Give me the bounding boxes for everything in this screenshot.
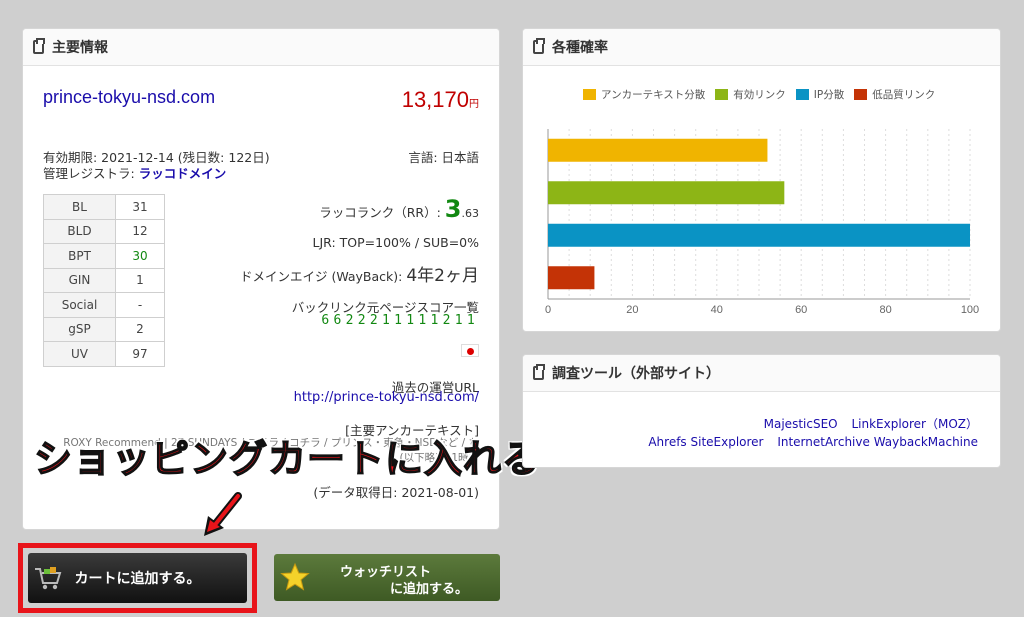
- ljr: LJR: TOP=100% / SUB=0%: [312, 235, 479, 250]
- metric-key: gSP: [43, 316, 116, 342]
- japan-flag-icon: [461, 344, 479, 357]
- past-url-link[interactable]: http://prince-tokyu-nsd.com/: [294, 390, 479, 405]
- age-value: 4年2ヶ月: [406, 266, 479, 286]
- metric-value: 30: [115, 243, 165, 269]
- table-row: BLD 12: [43, 218, 165, 244]
- probabilities-panel: 各種確率 アンカーテキスト分散 有効リンク IP分散 低品質リンク 0 20 40 60 80…: [522, 28, 1001, 332]
- tools-links-row: Ahrefs SiteExplorer InternetArchive Wayb…: [638, 433, 978, 451]
- metric-value: -: [115, 292, 165, 318]
- metric-value: 1: [115, 267, 165, 293]
- main-info-title: 主要情報: [52, 40, 108, 56]
- table-row: BPT 30: [43, 243, 165, 269]
- price-unit: 円: [469, 99, 479, 110]
- main-info-header: 主要情報: [23, 29, 499, 66]
- x-tick-label: 100: [961, 304, 979, 316]
- metric-key: BPT: [43, 243, 116, 269]
- watchlist-label-line2: に追加する。: [390, 582, 469, 597]
- registrar-label: 管理レジストラ:: [43, 166, 139, 181]
- clipboard-icon: [33, 38, 45, 54]
- metric-key: BLD: [43, 218, 116, 244]
- probability-bar-chart: 0 20 40 60 80 100: [545, 129, 979, 316]
- probabilities-header: 各種確率: [523, 29, 1000, 66]
- research-tools-title: 調査ツール（外部サイト）: [552, 366, 720, 382]
- metrics-table: BL 31 BLD 12 BPT 30 GIN 1 Social - gSP 2 UV 97: [43, 194, 165, 367]
- ahrefs-link[interactable]: Ahrefs SiteExplorer: [648, 435, 763, 449]
- overlay-caption: ショッピングカートに入れる: [33, 436, 542, 482]
- tools-links: MajesticSEO LinkExplorer（MOZ） Ahrefs Sit…: [638, 415, 978, 451]
- domain-age: ドメインエイジ (WayBack): 4年2ヶ月: [240, 261, 479, 286]
- x-tick-label: 0: [545, 304, 551, 316]
- star-icon: [280, 562, 310, 591]
- add-to-watchlist-button[interactable]: ウォッチリスト に追加する。: [274, 554, 500, 601]
- registrar-link[interactable]: ラッコドメイン: [139, 166, 227, 181]
- research-tools-panel: 調査ツール（外部サイト） MajesticSEO LinkExplorer（MO…: [522, 354, 1001, 468]
- metric-key: Social: [43, 292, 116, 318]
- table-row: UV 97: [43, 341, 165, 367]
- metric-value: 31: [115, 194, 165, 220]
- clipboard-icon: [533, 364, 545, 380]
- tools-links-row: MajesticSEO LinkExplorer（MOZ）: [638, 415, 978, 433]
- table-row: Social -: [43, 292, 165, 318]
- metric-value: 97: [115, 341, 165, 367]
- price-value: 13,170: [401, 87, 469, 112]
- rakko-rank: ラッコランク（RR）: 3.63: [319, 195, 479, 223]
- x-tick-label: 40: [711, 304, 723, 316]
- metric-value: 12: [115, 218, 165, 244]
- table-row: BL 31: [43, 194, 165, 220]
- table-row: gSP 2: [43, 316, 165, 342]
- metric-key: UV: [43, 341, 116, 367]
- language: 言語: 日本語: [408, 150, 479, 165]
- rr-label: ラッコランク（RR）:: [319, 205, 441, 220]
- wayback-machine-link[interactable]: InternetArchive WaybackMachine: [777, 435, 978, 449]
- price: 13,170円: [402, 87, 479, 113]
- x-tick-label: 20: [626, 304, 638, 316]
- domain-name-link[interactable]: prince-tokyu-nsd.com: [43, 87, 215, 108]
- backlink-scores: 6622211111211: [321, 313, 479, 328]
- bar: [548, 266, 595, 290]
- majestic-seo-link[interactable]: MajesticSEO: [764, 417, 838, 431]
- registrar: 管理レジストラ: ラッコドメイン: [43, 163, 226, 182]
- age-label: ドメインエイジ (WayBack):: [239, 269, 403, 284]
- metric-value: 2: [115, 316, 165, 342]
- metric-key: GIN: [43, 267, 116, 293]
- clipboard-icon: [533, 38, 545, 54]
- table-row: GIN 1: [43, 267, 165, 293]
- bar: [548, 223, 970, 247]
- fetch-date: (データ取得日: 2021-08-01): [313, 485, 479, 500]
- rr-decimal: .63: [461, 207, 480, 220]
- research-tools-header: 調査ツール（外部サイト）: [523, 355, 1000, 392]
- metric-key: BL: [43, 194, 116, 220]
- link-explorer-link[interactable]: LinkExplorer（MOZ）: [851, 417, 978, 431]
- arrow-pointer-icon: [204, 492, 242, 536]
- bar: [548, 138, 768, 162]
- bar: [548, 181, 785, 205]
- add-to-cart-label: カートに追加する。: [74, 571, 201, 587]
- shopping-cart-icon: [35, 567, 62, 590]
- probabilities-title: 各種確率: [552, 40, 608, 56]
- x-tick-label: 80: [879, 304, 891, 316]
- add-to-cart-button[interactable]: カートに追加する。: [28, 553, 247, 603]
- x-tick-label: 60: [795, 304, 807, 316]
- rr-value: 3: [444, 195, 462, 223]
